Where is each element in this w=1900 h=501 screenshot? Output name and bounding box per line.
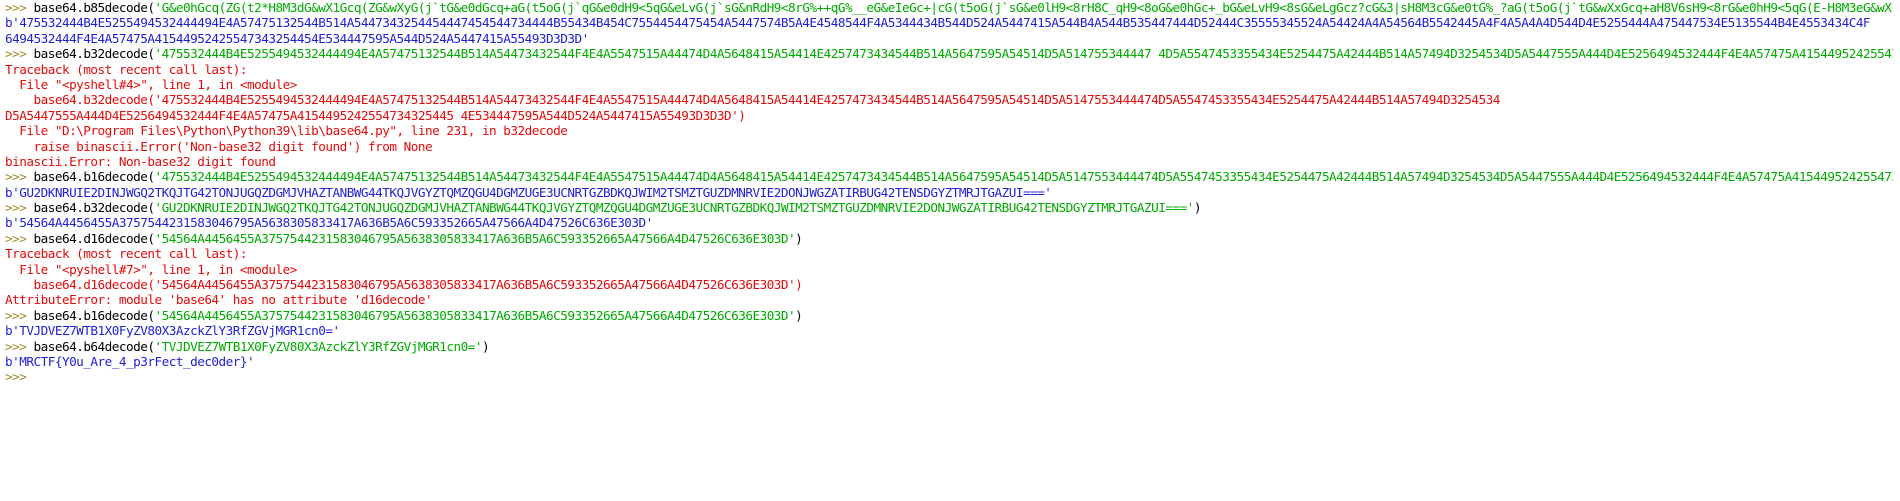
prompt-marker: >>>: [5, 0, 34, 15]
shell-error-line: raise binascii.Error('Non-base32 digit f…: [5, 139, 1893, 154]
shell-code: base64.b32decode(: [33, 46, 155, 62]
shell-error-line: base64.b32decode('475532444B4E5255494532…: [5, 92, 1893, 107]
shell-error-line: AttributeError: module 'base64' has no a…: [5, 292, 1893, 307]
shell-error-line: Traceback (most recent call last):: [5, 62, 1893, 77]
shell-error-line: Traceback (most recent call last):: [5, 246, 1893, 261]
shell-string-literal: 'TVJDVEZ7WTB1X0FyZV80X3AzckZlY3RfZGVjMGR…: [154, 338, 483, 354]
shell-error-text: base64.d16decode('54564A4456455A37575442…: [5, 277, 803, 293]
shell-code: base64.b85decode(: [33, 0, 155, 15]
prompt-marker: >>>: [5, 230, 34, 246]
shell-input-line: >>> base64.d16decode('54564A4456455A3757…: [5, 231, 1893, 246]
shell-error-text: D5A5447555A444D4E5256494532444F4E4A57475…: [5, 107, 746, 123]
shell-output-text: b'GU2DKNRUIE2DINJWGQ2TKQJTG42TONJUGQZDGM…: [5, 184, 1052, 200]
shell-error-text: File "<pyshell#7>", line 1, in <module>: [5, 261, 297, 277]
shell-output-text: b'MRCTF{Y0u_Are_4_p3rFect_dec0der}': [5, 353, 255, 369]
prompt-marker: >>>: [5, 169, 34, 185]
shell-output-line: b'GU2DKNRUIE2DINJWGQ2TKQJTG42TONJUGQZDGM…: [5, 185, 1893, 200]
shell-input-line: >>> base64.b85decode('G&e0hGcq(ZG(t2*H8M…: [5, 0, 1893, 15]
prompt-marker: >>>: [5, 369, 34, 385]
shell-code: base64.b16decode(: [33, 169, 155, 185]
shell-error-text: base64.b32decode('475532444B4E5255494532…: [5, 92, 1500, 108]
shell-code-close: ): [1193, 200, 1202, 216]
shell-code: base64.d16decode(: [33, 230, 155, 246]
shell-string-literal: '54564A4456455A3757544231583046795A56383…: [154, 230, 796, 246]
shell-code-close: ): [795, 307, 803, 323]
python-shell-window: >>> base64.b85decode('G&e0hGcq(ZG(t2*H8M…: [0, 0, 1900, 501]
shell-code-close: ): [795, 230, 803, 246]
shell-input-line: >>> base64.b64decode('TVJDVEZ7WTB1X0FyZV…: [5, 339, 1893, 354]
shell-output-text: 6494532444F4E4A57475A4154495242554734325…: [5, 30, 589, 46]
shell-error-text: raise binascii.Error('Non-base32 digit f…: [5, 138, 433, 154]
shell-error-line: base64.d16decode('54564A4456455A37575442…: [5, 277, 1893, 292]
shell-error-text: File "D:\Program Files\Python\Python39\l…: [5, 123, 568, 139]
shell-code: base64.b16decode(: [33, 307, 155, 323]
prompt-marker: >>>: [5, 46, 34, 62]
shell-code: base64.b32decode(: [33, 200, 155, 216]
shell-input-line: >>> base64.b16decode('475532444B4E525549…: [5, 169, 1893, 184]
shell-output[interactable]: >>> base64.b85decode('G&e0hGcq(ZG(t2*H8M…: [5, 0, 1893, 385]
shell-error-line: File "<pyshell#7>", line 1, in <module>: [5, 262, 1893, 277]
shell-error-line: File "<pyshell#4>", line 1, in <module>: [5, 77, 1893, 92]
shell-error-line: binascii.Error: Non-base32 digit found: [5, 154, 1893, 169]
shell-output-text: b'TVJDVEZ7WTB1X0FyZV80X3AzckZlY3RfZGVjMG…: [5, 323, 340, 339]
prompt-marker: >>>: [5, 338, 34, 354]
shell-input-line: >>> base64.b32decode('475532444B4E525549…: [5, 46, 1893, 61]
shell-output-line: 6494532444F4E4A57475A4154495242554734325…: [5, 31, 1893, 46]
shell-output-line: b'TVJDVEZ7WTB1X0FyZV80X3AzckZlY3RfZGVjMG…: [5, 323, 1893, 338]
shell-output-line: b'54564A4456455A3757544231583046795A5638…: [5, 215, 1893, 230]
shell-string-literal: 'GU2DKNRUIE2DINJWGQ2TKQJTG42TONJUGQZDGMJ…: [154, 200, 1195, 216]
shell-error-line: File "D:\Program Files\Python\Python39\l…: [5, 123, 1893, 138]
prompt-marker: >>>: [5, 307, 34, 323]
shell-error-text: binascii.Error: Non-base32 digit found: [5, 153, 276, 169]
shell-error-text: File "<pyshell#4>", line 1, in <module>: [5, 76, 297, 92]
shell-output-line: b'475532444B4E5255494532444494E4A5747513…: [5, 15, 1893, 30]
shell-input-line: >>> base64.b16decode('54564A4456455A3757…: [5, 308, 1893, 323]
shell-error-text: Traceback (most recent call last):: [5, 246, 248, 262]
shell-error-text: AttributeError: module 'base64' has no a…: [5, 292, 433, 308]
shell-code-close: ): [481, 338, 490, 354]
shell-string-literal: '54564A4456455A3757544231583046795A56383…: [154, 307, 796, 323]
shell-string-literal: '475532444B4E5255494532444494E4A57475132…: [154, 169, 1894, 185]
prompt-marker: >>>: [5, 200, 34, 216]
shell-output-line: b'MRCTF{Y0u_Are_4_p3rFect_dec0der}': [5, 354, 1893, 369]
shell-output-text: b'475532444B4E5255494532444494E4A5747513…: [5, 15, 1871, 31]
shell-current-prompt: >>>: [5, 369, 1893, 384]
shell-string-literal: '475532444B4E5255494532444494E4A57475132…: [154, 46, 1894, 62]
shell-error-line: D5A5447555A444D4E5256494532444F4E4A57475…: [5, 108, 1893, 123]
shell-code: base64.b64decode(: [33, 338, 155, 354]
shell-output-text: b'54564A4456455A3757544231583046795A5638…: [5, 215, 653, 231]
shell-string-literal: 'G&e0hGcq(ZG(t2*H8M3dG&wX1Gcq(ZG&wXyG(j`…: [154, 0, 1894, 15]
shell-input-line: >>> base64.b32decode('GU2DKNRUIE2DINJWGQ…: [5, 200, 1893, 215]
shell-error-text: Traceback (most recent call last):: [5, 61, 248, 77]
